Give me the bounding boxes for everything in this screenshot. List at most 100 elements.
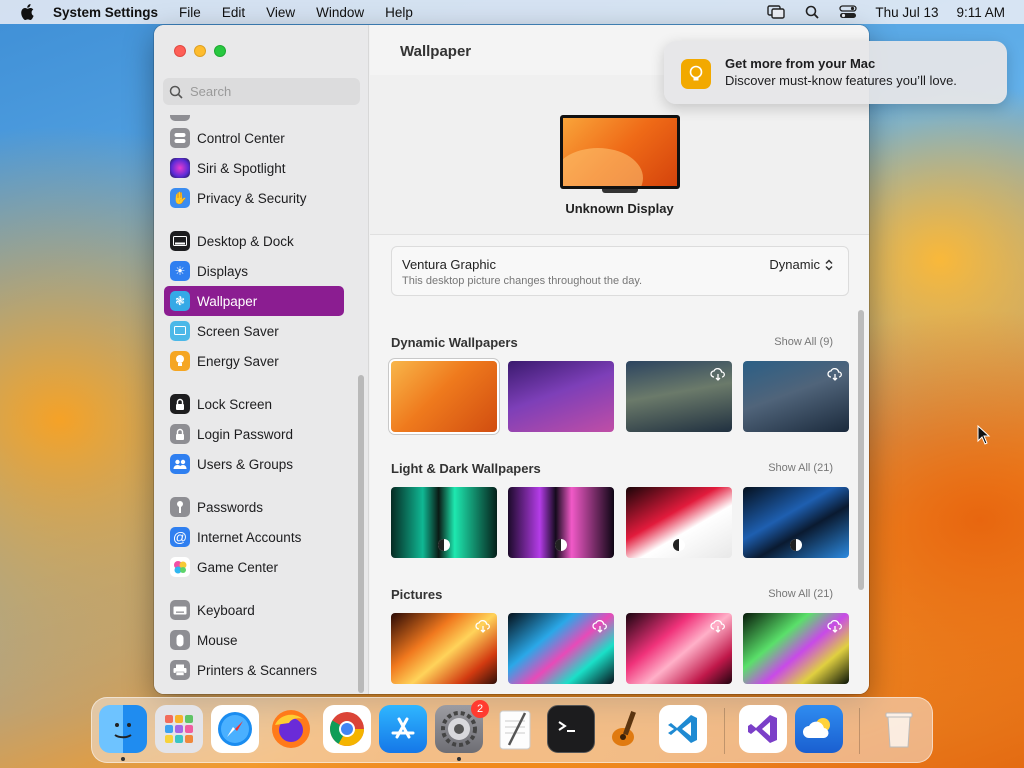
sidebar-item-login-password[interactable]: Login Password: [164, 419, 344, 449]
sidebar-item-mouse[interactable]: Mouse: [164, 625, 344, 655]
sidebar-item-siri-spotlight[interactable]: Siri & Spotlight: [164, 153, 344, 183]
menu-window[interactable]: Window: [316, 5, 364, 20]
show-all-light-dark-button[interactable]: Show All (21): [768, 462, 833, 474]
search-placeholder: Search: [190, 84, 232, 99]
lock-icon: [170, 424, 190, 444]
wallpaper-thumb-ventura[interactable]: [391, 361, 497, 432]
game-center-icon: [170, 557, 190, 577]
sidebar-item-internet-accounts[interactable]: @ Internet Accounts: [164, 522, 344, 552]
wallpaper-thumb-catalina[interactable]: [626, 361, 732, 432]
sidebar-item-energy-saver[interactable]: Energy Saver: [164, 346, 344, 376]
sidebar-item-keyboard[interactable]: Keyboard: [164, 595, 344, 625]
close-window-button[interactable]: [174, 45, 186, 57]
cloud-download-icon: [592, 619, 607, 633]
sidebar-item-label: Control Center: [197, 130, 285, 146]
vscode-icon[interactable]: [659, 705, 707, 753]
minimize-window-button[interactable]: [194, 45, 206, 57]
menu-file[interactable]: File: [179, 5, 201, 20]
monitor-stand: [602, 189, 638, 193]
cloud-download-icon: [710, 619, 725, 633]
light-dark-mode-icon: [555, 539, 567, 551]
wallpaper-thumb-picture-4[interactable]: [743, 613, 849, 684]
cloud-download-icon: [827, 619, 842, 633]
wallpaper-thumb-light-dark-3[interactable]: [626, 487, 732, 558]
system-settings-running-dot: [457, 757, 461, 761]
sidebar-scrollbar[interactable]: [358, 375, 364, 693]
sidebar-item-label: Wallpaper: [197, 293, 258, 309]
wallpaper-thumb-light-dark-4[interactable]: [743, 487, 849, 558]
sidebar-item-label: Game Center: [197, 559, 279, 575]
menubar-date[interactable]: Thu Jul 13: [875, 5, 938, 20]
system-settings-icon[interactable]: 2: [435, 700, 489, 753]
sidebar-item-screen-saver[interactable]: Screen Saver: [164, 316, 344, 346]
mouse-icon: [170, 630, 190, 650]
system-settings-window: Search Control Center Siri & Spotlight ✋…: [154, 25, 869, 694]
wallpaper-thumb-monterey[interactable]: [508, 361, 614, 432]
textedit-icon[interactable]: [491, 705, 539, 753]
sidebar-item-label: Siri & Spotlight: [197, 160, 286, 176]
launchpad-icon[interactable]: [155, 705, 203, 753]
wallpaper-thumb-picture-2[interactable]: [508, 613, 614, 684]
sidebar-item-control-center[interactable]: Control Center: [164, 123, 344, 153]
show-all-dynamic-button[interactable]: Show All (9): [774, 336, 833, 348]
spotlight-search-icon[interactable]: [803, 4, 821, 20]
zoom-window-button[interactable]: [214, 45, 226, 57]
sidebar-list: Control Center Siri & Spotlight ✋ Privac…: [154, 115, 369, 694]
search-icon: [169, 85, 183, 99]
search-input[interactable]: Search: [163, 78, 360, 105]
light-dark-mode-icon: [438, 539, 450, 551]
tips-bulb-icon: [681, 59, 711, 89]
menu-view[interactable]: View: [266, 5, 295, 20]
wallpaper-thumb-catalina-island[interactable]: [743, 361, 849, 432]
finder-running-dot: [121, 757, 125, 761]
show-all-pictures-button[interactable]: Show All (21): [768, 588, 833, 600]
wallpaper-thumb-light-dark-2[interactable]: [508, 487, 614, 558]
cloud-download-icon: [827, 367, 842, 381]
screen-mirroring-icon[interactable]: [767, 4, 786, 20]
display-preview[interactable]: [560, 115, 680, 189]
main-scrollbar[interactable]: [858, 310, 864, 590]
sidebar-item-users-groups[interactable]: Users & Groups: [164, 449, 344, 479]
tips-notification[interactable]: Get more from your Mac Discover must-kno…: [664, 41, 1007, 104]
trash-icon[interactable]: [875, 705, 923, 753]
firefox-icon[interactable]: [267, 705, 315, 753]
menu-help[interactable]: Help: [385, 5, 413, 20]
at-icon: @: [170, 527, 190, 547]
sidebar-item-printers-scanners[interactable]: Printers & Scanners: [164, 655, 344, 685]
garageband-icon[interactable]: [603, 705, 651, 753]
wallpaper-pane: Wallpaper Unknown Display Ventura Graphi…: [370, 25, 869, 694]
menu-edit[interactable]: Edit: [222, 5, 245, 20]
appearance-mode-select[interactable]: Dynamic: [769, 257, 834, 272]
sidebar-item-desktop-dock[interactable]: Desktop & Dock: [164, 226, 344, 256]
weather-icon[interactable]: [795, 705, 843, 753]
sidebar-item-passwords[interactable]: Passwords: [164, 492, 344, 522]
sidebar-item-label: Keyboard: [197, 602, 255, 618]
sidebar-item-label: Privacy & Security: [197, 190, 307, 206]
visual-studio-icon[interactable]: [739, 705, 787, 753]
wallpaper-thumb-light-dark-1[interactable]: [391, 487, 497, 558]
chrome-icon[interactable]: [323, 705, 371, 753]
finder-icon[interactable]: [99, 705, 147, 753]
wallpaper-thumb-picture-1[interactable]: [391, 613, 497, 684]
sidebar-item-displays[interactable]: ☀ Displays: [164, 256, 344, 286]
app-store-icon[interactable]: [379, 705, 427, 753]
menubar-time[interactable]: 9:11 AM: [956, 5, 1005, 20]
key-icon: [170, 497, 190, 517]
sidebar-item-lock-screen[interactable]: Lock Screen: [164, 389, 344, 419]
control-center-icon[interactable]: [839, 4, 858, 20]
wallpaper-description: This desktop picture changes throughout …: [402, 275, 643, 287]
sidebar-item-game-center[interactable]: Game Center: [164, 552, 344, 582]
menu-app-name[interactable]: System Settings: [53, 5, 158, 20]
dock-icon: [170, 231, 190, 251]
sidebar-item-wallpaper[interactable]: ❃ Wallpaper: [164, 286, 344, 316]
apple-menu-icon[interactable]: [19, 4, 35, 20]
light-dark-mode-icon: [673, 539, 685, 551]
terminal-icon[interactable]: [547, 705, 595, 753]
wallpaper-thumb-picture-3[interactable]: [626, 613, 732, 684]
appearance-mode-value: Dynamic: [769, 257, 820, 272]
safari-icon[interactable]: [211, 705, 259, 753]
sidebar-item-privacy-security[interactable]: ✋ Privacy & Security: [164, 183, 344, 213]
sidebar-item-label: Printers & Scanners: [197, 662, 318, 678]
dock-separator: [724, 708, 725, 754]
notification-body: Discover must-know features you’ll love.: [725, 73, 957, 88]
